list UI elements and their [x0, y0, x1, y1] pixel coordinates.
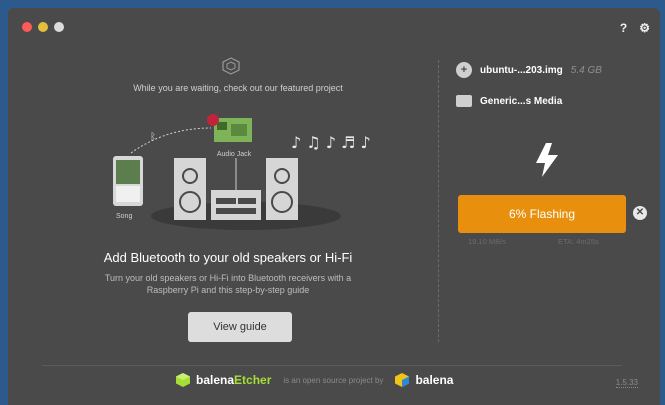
featured-illustration[interactable]: Song ᛒ Audio Jack ♪ ♫ ♪ ♬ ♪ [86, 98, 386, 238]
balena-brand[interactable]: balena [415, 373, 453, 387]
footer-middle-text: is an open source project by [283, 375, 384, 385]
window-controls [22, 22, 64, 32]
footer-divider [42, 365, 622, 366]
selected-drive[interactable]: Generic...s Media [456, 95, 562, 107]
flash-lightning-icon [536, 143, 558, 177]
image-plus-icon: + [456, 62, 472, 78]
audio-jack-label: Audio Jack [217, 151, 252, 158]
bluetooth-icon: ᛒ [150, 132, 156, 143]
close-window-button[interactable] [22, 22, 32, 32]
top-right-controls: ? ⚙ [620, 22, 650, 34]
etcher-logo-icon[interactable] [176, 373, 190, 387]
etcher-brand[interactable]: balenaEtcher [196, 373, 271, 387]
maximize-window-button[interactable] [54, 22, 64, 32]
footer: balenaEtcher is an open source project b… [176, 373, 453, 387]
version-label[interactable]: 1.5.33 [615, 378, 638, 388]
music-notes-icon: ♪ ♫ ♪ ♬ ♪ [291, 133, 371, 152]
brand-balena-text: balena [196, 373, 235, 387]
selected-image[interactable]: + ubuntu-...203.img 5.4 GB [456, 62, 602, 78]
panel-divider [438, 60, 440, 342]
image-size: 5.4 GB [570, 64, 602, 76]
app-window: ? ⚙ While you are waiting, check out our… [8, 8, 660, 405]
song-label: Song [116, 213, 132, 220]
settings-icon[interactable]: ⚙ [639, 22, 650, 34]
view-guide-button[interactable]: View guide [188, 312, 292, 342]
flash-speed: 19.10 MB/s [468, 237, 506, 246]
amplifier-icon [211, 190, 261, 220]
image-name: ubuntu-...203.img [480, 64, 563, 76]
balena-logo-icon[interactable] [395, 373, 410, 387]
brand-etcher-text: Etcher [234, 373, 272, 387]
flash-eta: ETA: 4m25s [558, 237, 599, 246]
project-description: Turn your old speakers or Hi-Fi into Blu… [104, 273, 352, 295]
featured-project-icon [222, 57, 240, 75]
minimize-window-button[interactable] [38, 22, 48, 32]
flash-progress-button[interactable]: 6% Flashing [458, 195, 626, 233]
drive-name: Generic...s Media [480, 95, 563, 107]
drive-icon [456, 95, 472, 107]
help-icon[interactable]: ? [620, 22, 627, 34]
right-speaker-icon [266, 158, 298, 220]
featured-header: While you are waiting, check out our fea… [133, 83, 343, 93]
cancel-flash-icon[interactable]: ✕ [633, 206, 647, 220]
project-title: Add Bluetooth to your old speakers or Hi… [103, 250, 353, 265]
left-speaker-icon [174, 158, 206, 220]
